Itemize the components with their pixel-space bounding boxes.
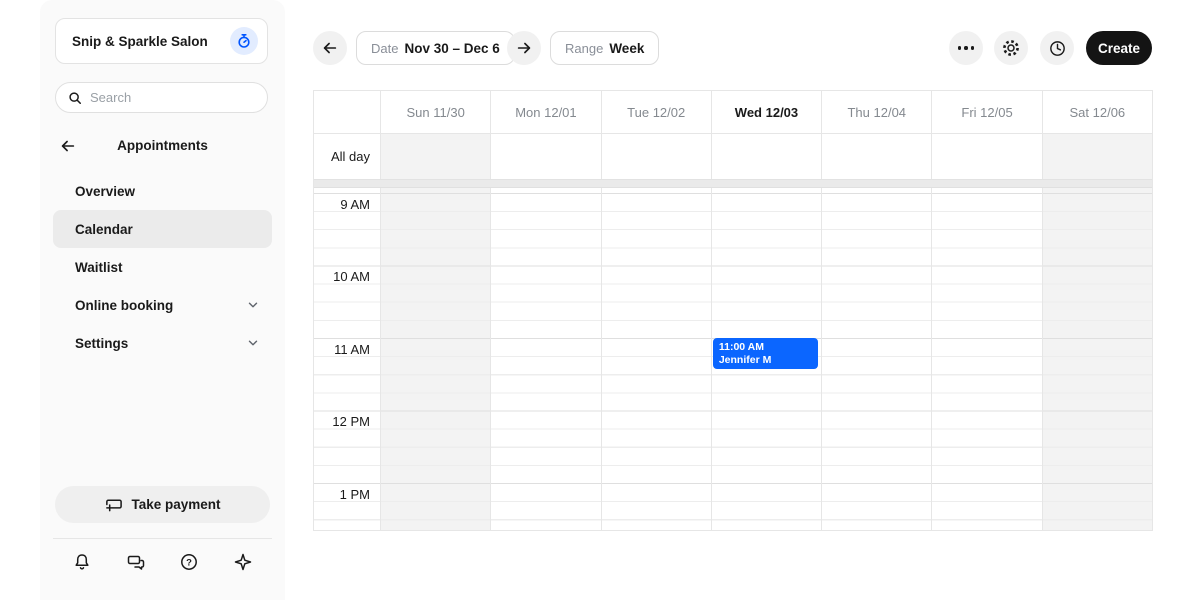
next-week-button[interactable]: [507, 31, 541, 65]
clock-icon: [1048, 39, 1067, 58]
all-day-cell[interactable]: [601, 134, 711, 179]
bell-icon[interactable]: [70, 550, 94, 574]
sidebar-menu: Overview Calendar Waitlist Online bookin…: [53, 172, 272, 362]
all-day-cell[interactable]: [821, 134, 931, 179]
sparkle-icon[interactable]: [231, 550, 255, 574]
day-header-fri: Fri 12/05: [931, 91, 1041, 133]
take-payment-label: Take payment: [131, 497, 220, 512]
date-value: Nov 30 – Dec 6: [404, 41, 499, 56]
grid-divider-band: [314, 180, 1152, 188]
time-gutter: [314, 188, 380, 530]
hour-label: 12 PM: [314, 414, 380, 429]
day-header-tue: Tue 12/02: [601, 91, 711, 133]
day-column-fri[interactable]: [931, 188, 1041, 530]
day-header-thu: Thu 12/04: [821, 91, 931, 133]
range-picker[interactable]: Range Week: [550, 31, 659, 65]
ellipsis-icon: [958, 46, 975, 50]
range-label: Range: [565, 41, 603, 56]
day-column-thu[interactable]: [821, 188, 931, 530]
svg-text:?: ?: [186, 557, 192, 568]
header-gutter: [314, 91, 380, 133]
more-options-button[interactable]: [949, 31, 983, 65]
day-column-sat[interactable]: [1042, 188, 1152, 530]
sidebar-item-calendar[interactable]: Calendar: [53, 210, 272, 248]
day-header-wed: Wed 12/03: [711, 91, 821, 133]
sidebar-item-label: Calendar: [75, 222, 133, 237]
all-day-cell[interactable]: [711, 134, 821, 179]
day-header-sun: Sun 11/30: [380, 91, 490, 133]
range-value: Week: [609, 41, 644, 56]
all-day-row: All day: [314, 134, 1152, 180]
all-day-cell[interactable]: [1042, 134, 1152, 179]
sidebar-item-overview[interactable]: Overview: [53, 172, 272, 210]
arrow-right-icon: [515, 39, 533, 57]
settings-button[interactable]: [994, 31, 1028, 65]
sidebar-item-label: Online booking: [75, 298, 173, 313]
business-name: Snip & Sparkle Salon: [72, 34, 208, 49]
section-title: Appointments: [40, 138, 285, 153]
sidebar-item-label: Overview: [75, 184, 135, 199]
search-box[interactable]: [55, 82, 268, 113]
appointment-event[interactable]: 11:00 AM Jennifer M: [713, 338, 818, 369]
sidebar-item-waitlist[interactable]: Waitlist: [53, 248, 272, 286]
event-time: 11:00 AM: [719, 341, 812, 354]
history-button[interactable]: [1040, 31, 1074, 65]
day-header-sat: Sat 12/06: [1042, 91, 1152, 133]
search-icon: [68, 91, 82, 105]
arrow-left-icon: [321, 39, 339, 57]
all-day-label: All day: [314, 134, 380, 179]
day-column-mon[interactable]: [490, 188, 600, 530]
sidebar: Snip & Sparkle Salon: [40, 0, 285, 600]
event-client: Jennifer M: [719, 354, 812, 367]
hour-label: 10 AM: [314, 269, 380, 284]
sidebar-item-label: Waitlist: [75, 260, 123, 275]
sidebar-item-online-booking[interactable]: Online booking: [53, 286, 272, 324]
sidebar-item-label: Settings: [75, 336, 128, 351]
hour-label: 1 PM: [314, 487, 380, 502]
chevron-down-icon: [246, 336, 260, 350]
chat-icon[interactable]: [124, 550, 148, 574]
hour-label: 11 AM: [314, 342, 380, 357]
day-header-row: Sun 11/30 Mon 12/01 Tue 12/02 Wed 12/03 …: [314, 91, 1152, 134]
section-header: Appointments: [40, 134, 285, 158]
date-label: Date: [371, 41, 398, 56]
gear-icon: [1001, 38, 1021, 58]
all-day-cell[interactable]: [490, 134, 600, 179]
day-column-tue[interactable]: [601, 188, 711, 530]
calendar-grid: Sun 11/30 Mon 12/01 Tue 12/02 Wed 12/03 …: [313, 90, 1153, 531]
chevron-down-icon: [246, 298, 260, 312]
time-grid: 9 AM 10 AM 11 AM 12 PM 1 PM 11:00 AM Jen…: [314, 188, 1152, 530]
search-input[interactable]: [90, 90, 255, 105]
timer-icon[interactable]: [230, 27, 258, 55]
day-column-sun[interactable]: [380, 188, 490, 530]
sidebar-item-settings[interactable]: Settings: [53, 324, 272, 362]
app-root: Snip & Sparkle Salon: [0, 0, 1200, 600]
all-day-cell[interactable]: [380, 134, 490, 179]
day-header-mon: Mon 12/01: [490, 91, 600, 133]
divider: [53, 538, 272, 539]
card-plus-icon: [104, 495, 123, 514]
prev-week-button[interactable]: [313, 31, 347, 65]
sidebar-footer: ?: [53, 547, 272, 577]
help-icon[interactable]: ?: [177, 550, 201, 574]
all-day-cell[interactable]: [931, 134, 1041, 179]
business-switcher[interactable]: Snip & Sparkle Salon: [55, 18, 268, 64]
hour-label: 9 AM: [314, 197, 380, 212]
take-payment-button[interactable]: Take payment: [55, 486, 270, 523]
date-picker[interactable]: Date Nov 30 – Dec 6: [356, 31, 515, 65]
create-button[interactable]: Create: [1086, 31, 1152, 65]
